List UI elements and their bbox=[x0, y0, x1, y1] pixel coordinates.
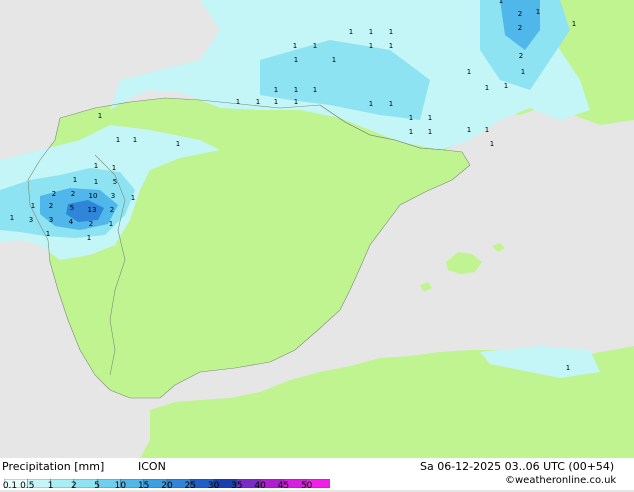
point-value-label: 1 bbox=[294, 56, 298, 64]
point-value-label: 2 bbox=[519, 52, 523, 60]
point-value-label: 1 bbox=[369, 42, 373, 50]
point-value-label: 1 bbox=[467, 68, 471, 76]
point-value-label: 1 bbox=[332, 56, 336, 64]
point-value-label: 1 bbox=[87, 234, 91, 242]
valid-datetime: Sa 06-12-2025 03..06 UTC (00+54) bbox=[420, 460, 615, 473]
point-value-label: 1 bbox=[485, 126, 489, 134]
point-value-label: 2 bbox=[71, 190, 75, 198]
point-value-label: 1 bbox=[428, 114, 432, 122]
point-value-label: 1 bbox=[409, 114, 413, 122]
point-value-label: 2 bbox=[110, 206, 114, 214]
point-value-label: 1 bbox=[94, 178, 98, 186]
point-value-label: 1 bbox=[98, 112, 102, 120]
point-value-label: 3 bbox=[29, 216, 33, 224]
point-value-label: 1 bbox=[409, 128, 413, 136]
point-value-label: 1 bbox=[109, 220, 113, 228]
point-value-label: 1 bbox=[31, 202, 35, 210]
point-value-label: 1 bbox=[112, 164, 116, 172]
point-value-label: 2 bbox=[518, 10, 522, 18]
point-value-label: 5 bbox=[113, 178, 117, 186]
point-value-label: 1 bbox=[313, 42, 317, 50]
point-value-label: 1 bbox=[256, 98, 260, 106]
point-value-label: 1 bbox=[566, 364, 570, 372]
legend-title: Precipitation [mm] bbox=[2, 460, 105, 473]
point-value-label: 1 bbox=[572, 20, 576, 28]
point-value-label: 1 bbox=[467, 126, 471, 134]
point-value-label: 1 bbox=[274, 86, 278, 94]
point-value-label: 1 bbox=[521, 68, 525, 76]
point-value-label: 1 bbox=[369, 100, 373, 108]
point-value-label: 1 bbox=[10, 214, 14, 222]
point-value-label: 1 bbox=[349, 28, 353, 36]
point-value-label: 1 bbox=[490, 140, 494, 148]
credit-text: ©weatheronline.co.uk bbox=[505, 475, 617, 486]
point-value-label: 2 bbox=[49, 202, 53, 210]
point-value-label: 13 bbox=[88, 206, 97, 214]
point-value-label: 2 bbox=[52, 190, 56, 198]
point-value-label: 1 bbox=[94, 162, 98, 170]
point-value-label: 1 bbox=[313, 86, 317, 94]
point-value-label: 1 bbox=[499, 0, 503, 5]
point-value-label: 1 bbox=[133, 136, 137, 144]
point-value-label: 1 bbox=[485, 84, 489, 92]
point-value-label: 1 bbox=[293, 42, 297, 50]
point-value-label: 1 bbox=[176, 140, 180, 148]
point-value-label: 1 bbox=[389, 42, 393, 50]
point-value-label: 1 bbox=[504, 82, 508, 90]
model-name: ICON bbox=[138, 460, 166, 473]
point-value-label: 1 bbox=[274, 98, 278, 106]
point-value-label: 1 bbox=[131, 194, 135, 202]
point-value-label: 1 bbox=[236, 98, 240, 106]
point-value-label: 3 bbox=[49, 216, 53, 224]
precipitation-map: 2 2 2 1 1 1 1 1 1 1 1 1 1 1 1 1 1 1 1 1 1 1 1 1 1 1 1 1 1 1 1 1 1 1 1 1 1 1 1 1… bbox=[0, 0, 634, 458]
point-value-label: 1 bbox=[73, 176, 77, 184]
point-value-label: 2 bbox=[89, 220, 93, 228]
point-value-label: 1 bbox=[536, 8, 540, 16]
point-value-label: 1 bbox=[428, 128, 432, 136]
point-value-label: 5 bbox=[70, 204, 74, 212]
point-value-label: 1 bbox=[294, 86, 298, 94]
point-value-label: 1 bbox=[389, 28, 393, 36]
point-value-label: 1 bbox=[369, 28, 373, 36]
point-value-label: 4 bbox=[69, 218, 74, 226]
point-value-label: 1 bbox=[116, 136, 120, 144]
point-value-label: 3 bbox=[111, 192, 115, 200]
point-value-label: 10 bbox=[89, 192, 98, 200]
point-value-label: 1 bbox=[294, 98, 298, 106]
point-value-label: 1 bbox=[389, 100, 393, 108]
point-value-label: 1 bbox=[46, 230, 50, 238]
point-value-label: 2 bbox=[518, 24, 522, 32]
